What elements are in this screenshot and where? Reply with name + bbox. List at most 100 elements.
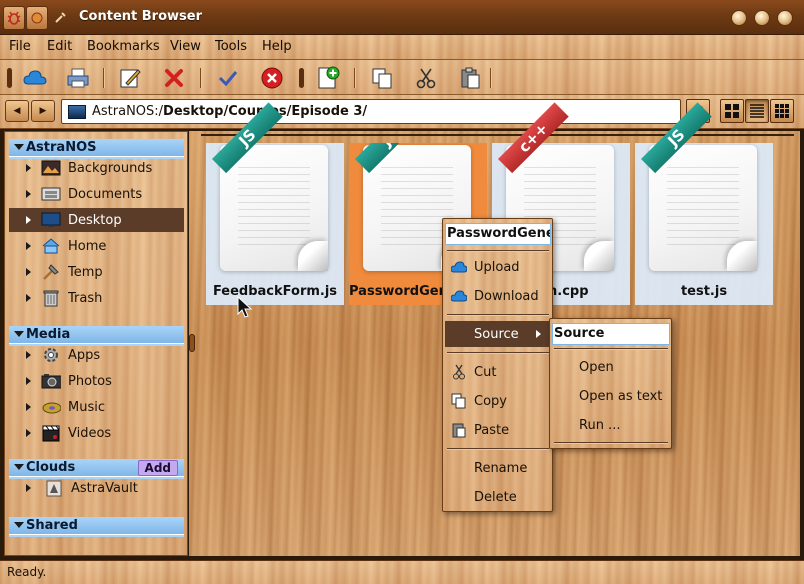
music-icon [41,398,61,416]
copy-icon[interactable] [368,65,396,91]
sidebar-item-home[interactable]: Home [9,234,184,258]
menu-item-cut[interactable]: Cut [445,359,551,385]
menu-tools[interactable]: Tools [215,39,247,54]
sidebar-item-label: Apps [68,347,101,363]
sidebar-section-media[interactable]: Media [9,326,184,344]
source-submenu: Source Open Open as text Run ... [549,318,672,449]
remove-icon[interactable] [160,65,188,91]
monitor-icon [41,211,61,229]
sidebar-section-shared[interactable]: Shared [9,517,184,535]
menu-bookmarks[interactable]: Bookmarks [87,39,160,54]
paste-icon[interactable] [456,65,484,91]
sidebar-item-astravault[interactable]: AstraVault [9,476,184,500]
minimize-button[interactable] [731,10,747,26]
hammer-icon [41,263,61,281]
section-title: Clouds [26,460,76,475]
edit-icon[interactable] [116,65,144,91]
submenu-title: Source [552,323,670,345]
menu-view[interactable]: View [170,39,201,54]
icon-view-button[interactable] [720,99,744,123]
cabinet-icon [41,185,61,203]
vault-icon [44,479,64,497]
cloud-download-icon [449,288,469,304]
bug-icon[interactable] [3,6,25,30]
menu-item-delete[interactable]: Delete [445,484,551,510]
status-text: Ready. [7,565,47,579]
sidebar-section-clouds[interactable]: Clouds Add [9,459,184,477]
sidebar-item-temp[interactable]: Temp [9,260,184,284]
cloud-icon[interactable] [21,65,49,91]
menu-item-copy[interactable]: Copy [445,388,551,414]
sidebar: AstraNOS Backgrounds Documents Desktop H… [4,131,188,556]
close-button[interactable] [777,10,793,26]
check-icon[interactable] [214,65,242,91]
add-cloud-button[interactable]: Add [137,460,178,476]
menu-help[interactable]: Help [262,39,292,54]
sidebar-item-label: AstraVault [71,480,138,496]
desktop-icon [68,104,86,119]
back-button[interactable]: ◀ [5,100,29,122]
cut-icon [449,364,469,380]
sidebar-item-backgrounds[interactable]: Backgrounds [9,156,184,180]
sidebar-item-videos[interactable]: Videos [9,421,184,445]
file-name: test.js [680,284,728,299]
sidebar-item-label: Temp [68,264,103,280]
paste-icon [449,422,469,438]
sidebar-section-astranos[interactable]: AstraNOS [9,139,184,157]
address-prefix: AstraNOS:/ [92,104,164,119]
context-menu: PasswordGenera Upload Download Source Cu… [442,218,553,512]
file-name: FeedbackForm.js [212,284,338,299]
list-view-button[interactable] [745,99,769,123]
js-file-icon: JS [641,102,757,271]
cancel-icon[interactable] [258,65,286,91]
sidebar-item-music[interactable]: Music [9,395,184,419]
compact-view-button[interactable] [770,99,794,123]
window-title: Content Browser [79,9,202,24]
pin-icon[interactable] [26,6,48,30]
home-icon [41,237,61,255]
maximize-button[interactable] [754,10,770,26]
toolbar-handle[interactable] [299,68,304,88]
print-icon[interactable] [64,65,92,91]
wrench-icon [54,10,68,28]
menu-item-run[interactable]: Run ... [552,412,670,438]
resize-handle[interactable] [189,334,195,352]
clapper-icon [41,424,61,442]
menu-item-download[interactable]: Download [445,283,551,309]
sidebar-item-desktop[interactable]: Desktop [9,208,184,232]
forward-button[interactable]: ▶ [31,100,55,122]
sidebar-item-label: Backgrounds [68,160,153,176]
status-bar: Ready. [0,560,804,584]
sidebar-item-apps[interactable]: Apps [9,343,184,367]
sidebar-item-label: Photos [68,373,112,389]
sidebar-item-trash[interactable]: Trash [9,286,184,310]
js-file-icon: JS [212,102,328,271]
menu-item-open[interactable]: Open [552,354,670,380]
menu-edit[interactable]: Edit [47,39,72,54]
chevron-right-icon [536,330,541,338]
context-menu-title: PasswordGenera [445,223,551,245]
file-tile[interactable]: JS test.js [635,102,773,305]
file-tile[interactable]: JS FeedbackForm.js [206,102,344,305]
menu-item-rename[interactable]: Rename [445,455,551,481]
toolbar-handle[interactable] [7,68,12,88]
sidebar-item-label: Trash [68,290,103,306]
menu-item-open-as-text[interactable]: Open as text [552,383,670,409]
sidebar-item-label: Videos [68,425,112,441]
sidebar-item-documents[interactable]: Documents [9,182,184,206]
sidebar-item-label: Desktop [68,212,122,228]
cloud-upload-icon [449,259,469,275]
address-field[interactable]: AstraNOS:/Desktop/Courses/Episode 3/ [61,99,681,124]
menu-bar: File Edit Bookmarks View Tools Help [0,35,804,59]
sidebar-item-label: Music [68,399,105,415]
menu-item-source[interactable]: Source [445,321,551,347]
copy-icon [449,393,469,409]
sidebar-item-label: Home [68,238,107,254]
menu-file[interactable]: File [9,39,31,54]
menu-item-paste[interactable]: Paste [445,417,551,443]
gear-icon [41,346,61,364]
new-file-icon[interactable] [314,65,342,91]
menu-item-upload[interactable]: Upload [445,254,551,280]
cut-icon[interactable] [412,65,440,91]
sidebar-item-photos[interactable]: Photos [9,369,184,393]
